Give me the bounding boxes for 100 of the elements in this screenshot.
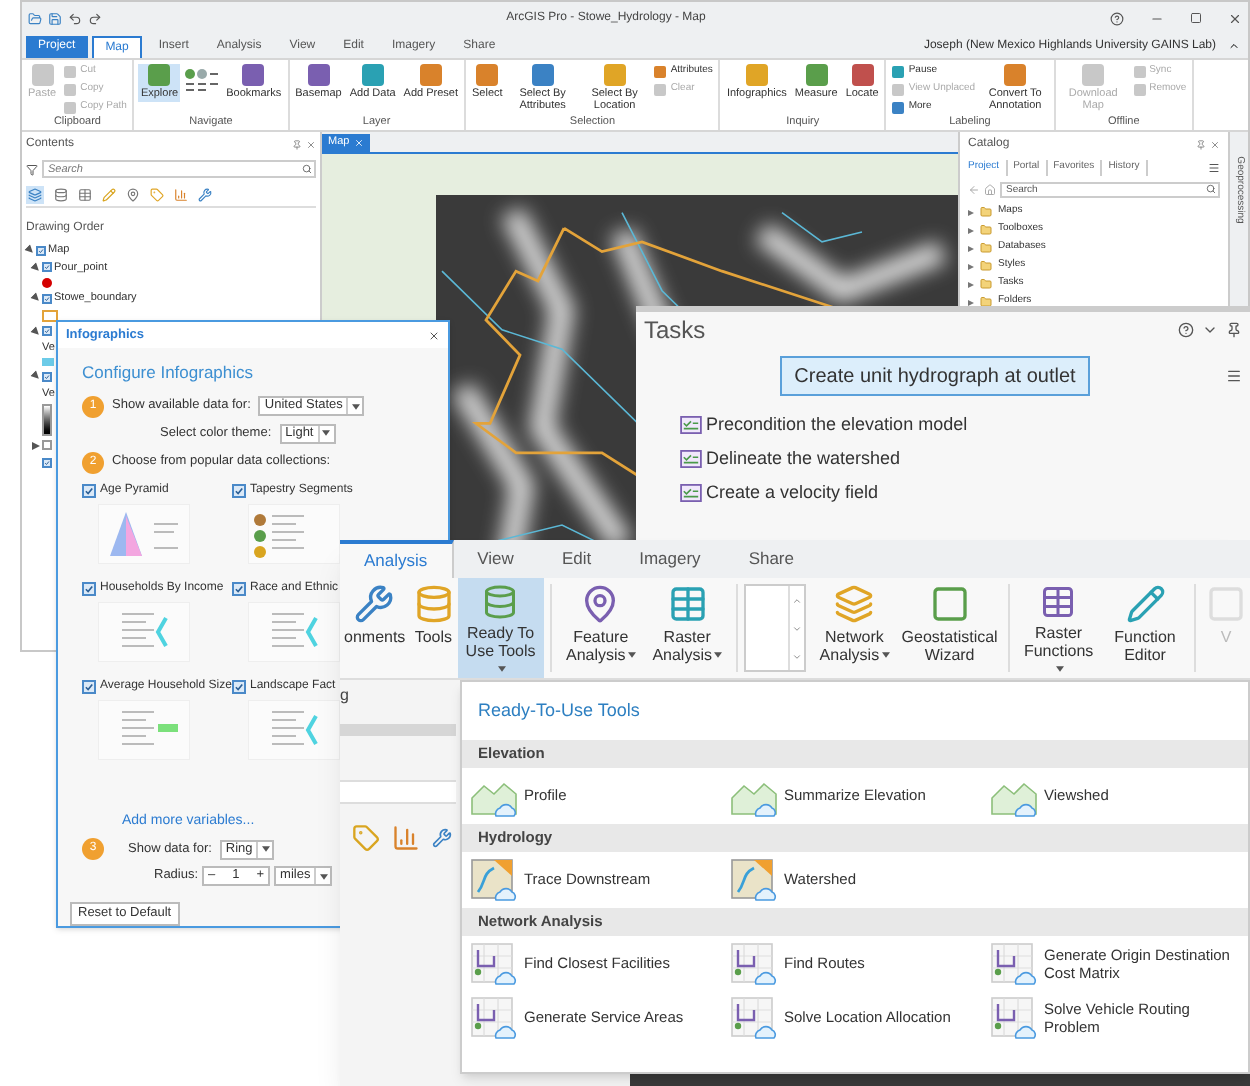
- tool-icon: [730, 857, 778, 901]
- task-step[interactable]: Precondition the elevation model: [680, 414, 1242, 436]
- infographic-thumbnail: [98, 699, 190, 760]
- ribbon-button[interactable]: Raster Analysis: [643, 578, 731, 678]
- tool-icon: [834, 584, 875, 624]
- wrench-icon[interactable]: [198, 188, 212, 202]
- pin-icon[interactable]: [1226, 322, 1242, 338]
- checkbox[interactable]: [42, 262, 52, 273]
- bar-chart-icon[interactable]: [392, 824, 420, 852]
- expand-arrow-icon[interactable]: [968, 263, 974, 269]
- folder-icon: [980, 296, 992, 308]
- expand-arrow-icon[interactable]: [30, 325, 42, 338]
- home-icon[interactable]: [984, 183, 996, 195]
- search-icon[interactable]: [1206, 184, 1216, 194]
- menu-icon[interactable]: [1226, 368, 1242, 384]
- expand-arrow-icon[interactable]: [30, 261, 42, 274]
- expand-arrow-icon[interactable]: [968, 209, 974, 215]
- close-icon[interactable]: [1228, 11, 1242, 25]
- dialog-heading: Configure Infographics: [82, 360, 256, 386]
- tool-icon: [1038, 584, 1079, 620]
- ribbon-button[interactable]: Network Analysis: [811, 578, 898, 678]
- ribbon-tab[interactable]: Analysis: [340, 540, 454, 578]
- ribbon-tab[interactable]: Imagery: [615, 540, 725, 578]
- table-icon[interactable]: [78, 188, 92, 202]
- checkbox[interactable]: [82, 679, 96, 694]
- folder-icon: [980, 224, 992, 236]
- database-icon[interactable]: [54, 188, 68, 202]
- tool-icon: [990, 995, 1038, 1039]
- ribbon-button[interactable]: Feature Analysis: [557, 578, 644, 678]
- task-button[interactable]: Create unit hydrograph at outlet: [780, 356, 1090, 396]
- ribbon-tab[interactable]: Edit: [537, 540, 616, 578]
- expand-arrow-icon[interactable]: [30, 292, 42, 305]
- tool-icon: [805, 64, 828, 86]
- pin-icon[interactable]: [126, 188, 140, 202]
- open-icon[interactable]: [28, 11, 42, 25]
- tool-icon: [730, 941, 778, 985]
- checkbox[interactable]: [42, 457, 52, 468]
- drawing-order-icon[interactable]: [26, 186, 44, 204]
- expand-arrow-icon[interactable]: [968, 245, 974, 251]
- expand-arrow-icon[interactable]: [30, 370, 42, 383]
- ribbon-tab[interactable]: View: [453, 540, 538, 578]
- tool-icon: [667, 584, 708, 624]
- bar-chart-icon[interactable]: [174, 188, 188, 202]
- infographic-thumbnail: [98, 601, 190, 662]
- tool-icon: [480, 584, 521, 620]
- menu-icon[interactable]: [1208, 161, 1220, 174]
- checkbox[interactable]: [36, 245, 46, 256]
- tool-icon: [354, 584, 395, 624]
- dropdown-icon[interactable]: [1202, 322, 1218, 338]
- tool-icon: [307, 64, 330, 86]
- tool-icon: [1082, 64, 1105, 86]
- ribbon-button[interactable]: Geostatistical Wizard: [897, 578, 1002, 678]
- expand-gallery-icon[interactable]: [791, 651, 802, 661]
- tool-icon: [148, 64, 171, 86]
- maximize-icon[interactable]: [1190, 12, 1202, 24]
- checkbox[interactable]: [232, 483, 246, 498]
- task-step-icon: [680, 484, 702, 502]
- scroll-down-icon[interactable]: [791, 623, 802, 633]
- task-step-icon: [680, 416, 702, 434]
- filter-icon[interactable]: [26, 163, 38, 175]
- task-step[interactable]: Delineate the watershed: [680, 448, 1242, 470]
- folder-icon: [980, 242, 992, 254]
- ribbon-button[interactable]: Tools: [409, 578, 458, 678]
- expand-arrow-icon[interactable]: [32, 441, 40, 450]
- checkbox[interactable]: [42, 371, 52, 382]
- expand-arrow-icon[interactable]: [24, 244, 36, 257]
- tool-icon: [730, 995, 778, 1039]
- ribbon-button[interactable]: Ready To Use Tools: [457, 578, 544, 678]
- checkbox[interactable]: [42, 326, 52, 337]
- help-icon[interactable]: [1178, 322, 1194, 338]
- checkbox[interactable]: [42, 293, 52, 304]
- checkbox[interactable]: [232, 581, 246, 596]
- ribbon-button[interactable]: Function Editor: [1101, 578, 1189, 678]
- folder-icon: [980, 206, 992, 218]
- expand-arrow-icon[interactable]: [968, 227, 974, 233]
- save-icon[interactable]: [48, 11, 62, 25]
- help-icon[interactable]: [1110, 11, 1124, 25]
- tool-icon: [470, 857, 518, 901]
- collapse-icon[interactable]: [1228, 40, 1240, 52]
- tool-icon: [476, 64, 499, 86]
- group-label: g: [340, 684, 351, 708]
- tool-icon: [929, 584, 970, 624]
- search-icon[interactable]: [302, 164, 312, 174]
- input-field[interactable]: [340, 780, 456, 804]
- ribbon-tab[interactable]: Share: [724, 540, 818, 578]
- expand-arrow-icon[interactable]: [968, 299, 974, 305]
- expand-arrow-icon[interactable]: [968, 281, 974, 287]
- task-step-icon: [680, 450, 702, 468]
- undo-icon[interactable]: [68, 11, 82, 25]
- scroll-up-icon[interactable]: [791, 595, 802, 605]
- checkbox[interactable]: [82, 581, 96, 596]
- ribbon-button[interactable]: Raster Functions: [1015, 578, 1102, 678]
- wrench-icon[interactable]: [432, 824, 452, 852]
- redo-icon[interactable]: [88, 11, 102, 25]
- task-step[interactable]: Create a velocity field: [680, 482, 1242, 504]
- checkbox[interactable]: [232, 679, 246, 694]
- checkbox[interactable]: [82, 483, 96, 498]
- checkbox[interactable]: [42, 440, 52, 451]
- ribbon-button[interactable]: onments: [340, 578, 410, 678]
- close-icon[interactable]: [428, 329, 440, 341]
